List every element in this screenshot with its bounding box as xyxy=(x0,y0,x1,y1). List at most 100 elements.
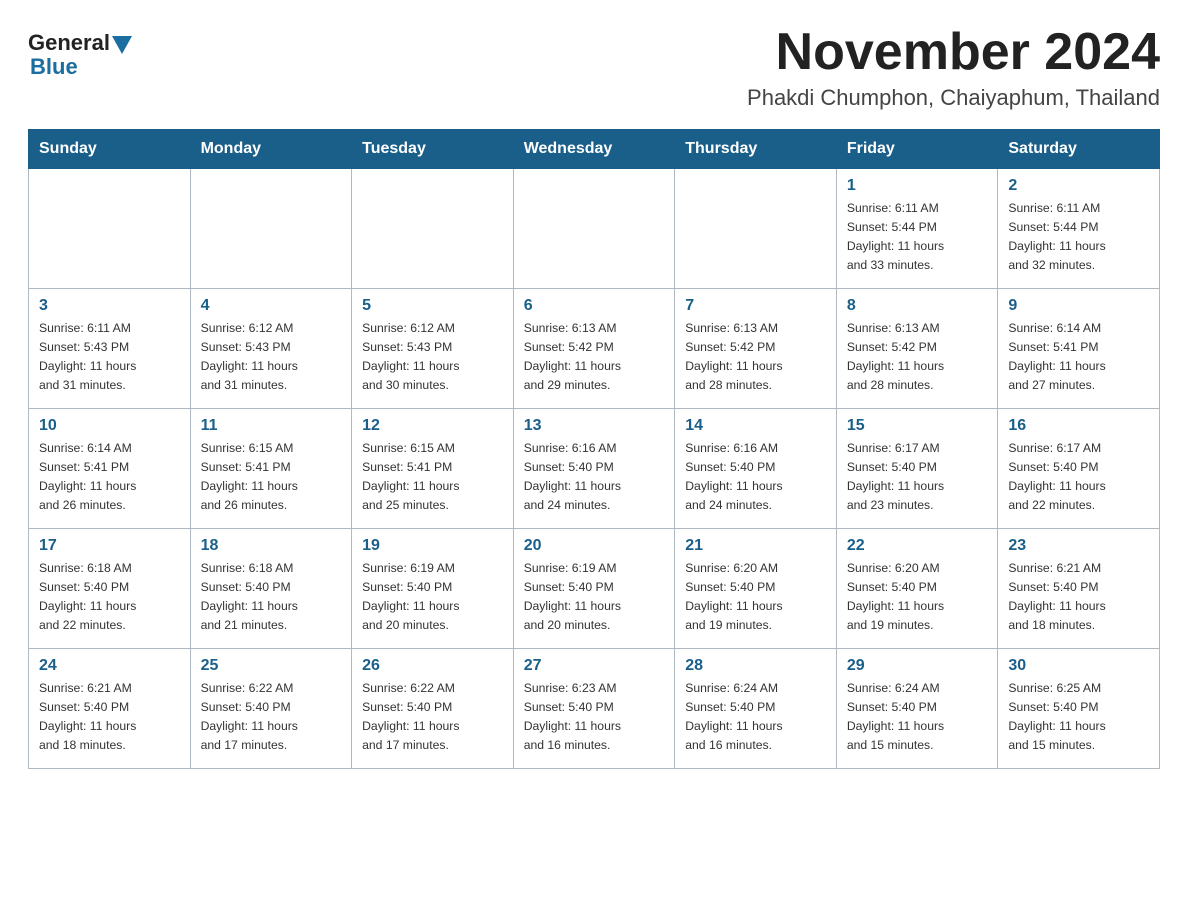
day-info: Sunrise: 6:25 AM Sunset: 5:40 PM Dayligh… xyxy=(1008,679,1149,755)
day-number: 30 xyxy=(1008,657,1149,675)
logo-general-text: General xyxy=(28,30,110,56)
calendar-cell: 6Sunrise: 6:13 AM Sunset: 5:42 PM Daylig… xyxy=(513,289,675,409)
weekday-header-thursday: Thursday xyxy=(675,130,837,169)
calendar-week-row: 24 Sunrise: 6:21 AM Sunset: 5:40 PM Dayli… xyxy=(29,649,1160,769)
calendar-cell: 22 Sunrise: 6:20 AM Sunset: 5:40 PM Dayli… xyxy=(836,529,998,649)
calendar-cell: 20Sunrise: 6:19 AM Sunset: 5:40 PM Dayli… xyxy=(513,529,675,649)
location-title: Phakdi Chumphon, Chaiyaphum, Thailand xyxy=(747,85,1160,111)
day-info: Sunrise: 6:22 AM Sunset: 5:40 PM Dayligh… xyxy=(201,679,342,755)
calendar-cell xyxy=(513,169,675,289)
logo-blue-text: Blue xyxy=(28,54,78,80)
calendar-cell xyxy=(29,169,191,289)
day-info: Sunrise: 6:12 AM Sunset: 5:43 PM Dayligh… xyxy=(201,319,342,395)
day-info: Sunrise: 6:13 AM Sunset: 5:42 PM Dayligh… xyxy=(847,319,988,395)
day-number: 1 xyxy=(847,177,988,195)
day-number: 15 xyxy=(847,417,988,435)
day-info: Sunrise: 6:14 AM Sunset: 5:41 PM Dayligh… xyxy=(1008,319,1149,395)
calendar-cell: 21Sunrise: 6:20 AM Sunset: 5:40 PM Dayli… xyxy=(675,529,837,649)
weekday-header-row: SundayMondayTuesdayWednesdayThursdayFrid… xyxy=(29,130,1160,169)
calendar-cell: 7 Sunrise: 6:13 AM Sunset: 5:42 PM Daylig… xyxy=(675,289,837,409)
weekday-header-saturday: Saturday xyxy=(998,130,1160,169)
calendar-cell: 29 Sunrise: 6:24 AM Sunset: 5:40 PM Dayli… xyxy=(836,649,998,769)
day-number: 8 xyxy=(847,297,988,315)
calendar-cell: 25 Sunrise: 6:22 AM Sunset: 5:40 PM Dayli… xyxy=(190,649,352,769)
calendar-cell xyxy=(190,169,352,289)
month-title: November 2024 xyxy=(747,24,1160,81)
calendar-cell: 24 Sunrise: 6:21 AM Sunset: 5:40 PM Dayli… xyxy=(29,649,191,769)
day-number: 4 xyxy=(201,297,342,315)
day-info: Sunrise: 6:20 AM Sunset: 5:40 PM Dayligh… xyxy=(847,559,988,635)
weekday-header-friday: Friday xyxy=(836,130,998,169)
calendar-cell: 26Sunrise: 6:22 AM Sunset: 5:40 PM Dayli… xyxy=(352,649,514,769)
calendar-cell xyxy=(352,169,514,289)
calendar-cell: 11 Sunrise: 6:15 AM Sunset: 5:41 PM Dayli… xyxy=(190,409,352,529)
logo-arrow-icon xyxy=(112,36,132,54)
day-info: Sunrise: 6:18 AM Sunset: 5:40 PM Dayligh… xyxy=(201,559,342,635)
day-info: Sunrise: 6:24 AM Sunset: 5:40 PM Dayligh… xyxy=(847,679,988,755)
day-number: 16 xyxy=(1008,417,1149,435)
day-number: 24 xyxy=(39,657,180,675)
weekday-header-monday: Monday xyxy=(190,130,352,169)
day-info: Sunrise: 6:24 AM Sunset: 5:40 PM Dayligh… xyxy=(685,679,826,755)
day-info: Sunrise: 6:19 AM Sunset: 5:40 PM Dayligh… xyxy=(524,559,665,635)
day-info: Sunrise: 6:11 AM Sunset: 5:44 PM Dayligh… xyxy=(847,199,988,275)
calendar-cell: 23 Sunrise: 6:21 AM Sunset: 5:40 PM Dayli… xyxy=(998,529,1160,649)
day-info: Sunrise: 6:16 AM Sunset: 5:40 PM Dayligh… xyxy=(685,439,826,515)
calendar-cell: 4 Sunrise: 6:12 AM Sunset: 5:43 PM Daylig… xyxy=(190,289,352,409)
day-number: 19 xyxy=(362,537,503,555)
calendar-week-row: 17Sunrise: 6:18 AM Sunset: 5:40 PM Dayli… xyxy=(29,529,1160,649)
weekday-header-tuesday: Tuesday xyxy=(352,130,514,169)
calendar-cell: 15Sunrise: 6:17 AM Sunset: 5:40 PM Dayli… xyxy=(836,409,998,529)
day-number: 9 xyxy=(1008,297,1149,315)
calendar-cell: 3 Sunrise: 6:11 AM Sunset: 5:43 PM Daylig… xyxy=(29,289,191,409)
calendar-cell: 16Sunrise: 6:17 AM Sunset: 5:40 PM Dayli… xyxy=(998,409,1160,529)
day-info: Sunrise: 6:18 AM Sunset: 5:40 PM Dayligh… xyxy=(39,559,180,635)
day-number: 25 xyxy=(201,657,342,675)
day-number: 21 xyxy=(685,537,826,555)
title-block: November 2024 Phakdi Chumphon, Chaiyaphu… xyxy=(747,24,1160,111)
day-number: 7 xyxy=(685,297,826,315)
day-number: 11 xyxy=(201,417,342,435)
day-number: 14 xyxy=(685,417,826,435)
calendar-cell: 1 Sunrise: 6:11 AM Sunset: 5:44 PM Daylig… xyxy=(836,169,998,289)
day-info: Sunrise: 6:15 AM Sunset: 5:41 PM Dayligh… xyxy=(362,439,503,515)
day-number: 5 xyxy=(362,297,503,315)
calendar-cell: 10Sunrise: 6:14 AM Sunset: 5:41 PM Dayli… xyxy=(29,409,191,529)
calendar-table: SundayMondayTuesdayWednesdayThursdayFrid… xyxy=(28,129,1160,769)
calendar-cell: 12 Sunrise: 6:15 AM Sunset: 5:41 PM Dayli… xyxy=(352,409,514,529)
calendar-cell: 5 Sunrise: 6:12 AM Sunset: 5:43 PM Daylig… xyxy=(352,289,514,409)
day-info: Sunrise: 6:21 AM Sunset: 5:40 PM Dayligh… xyxy=(1008,559,1149,635)
calendar-week-row: 1 Sunrise: 6:11 AM Sunset: 5:44 PM Daylig… xyxy=(29,169,1160,289)
calendar-cell: 28 Sunrise: 6:24 AM Sunset: 5:40 PM Dayli… xyxy=(675,649,837,769)
day-number: 3 xyxy=(39,297,180,315)
day-number: 2 xyxy=(1008,177,1149,195)
calendar-cell: 14 Sunrise: 6:16 AM Sunset: 5:40 PM Dayli… xyxy=(675,409,837,529)
day-number: 28 xyxy=(685,657,826,675)
day-info: Sunrise: 6:23 AM Sunset: 5:40 PM Dayligh… xyxy=(524,679,665,755)
calendar-week-row: 10Sunrise: 6:14 AM Sunset: 5:41 PM Dayli… xyxy=(29,409,1160,529)
day-info: Sunrise: 6:16 AM Sunset: 5:40 PM Dayligh… xyxy=(524,439,665,515)
day-info: Sunrise: 6:11 AM Sunset: 5:43 PM Dayligh… xyxy=(39,319,180,395)
calendar-cell: 18Sunrise: 6:18 AM Sunset: 5:40 PM Dayli… xyxy=(190,529,352,649)
day-number: 12 xyxy=(362,417,503,435)
calendar-cell xyxy=(675,169,837,289)
calendar-cell: 27Sunrise: 6:23 AM Sunset: 5:40 PM Dayli… xyxy=(513,649,675,769)
logo: General Blue xyxy=(28,30,132,80)
calendar-cell: 30 Sunrise: 6:25 AM Sunset: 5:40 PM Dayli… xyxy=(998,649,1160,769)
day-number: 23 xyxy=(1008,537,1149,555)
calendar-cell: 2Sunrise: 6:11 AM Sunset: 5:44 PM Daylig… xyxy=(998,169,1160,289)
day-info: Sunrise: 6:13 AM Sunset: 5:42 PM Dayligh… xyxy=(685,319,826,395)
day-number: 10 xyxy=(39,417,180,435)
calendar-cell: 19Sunrise: 6:19 AM Sunset: 5:40 PM Dayli… xyxy=(352,529,514,649)
day-info: Sunrise: 6:12 AM Sunset: 5:43 PM Dayligh… xyxy=(362,319,503,395)
day-info: Sunrise: 6:15 AM Sunset: 5:41 PM Dayligh… xyxy=(201,439,342,515)
day-number: 29 xyxy=(847,657,988,675)
calendar-week-row: 3 Sunrise: 6:11 AM Sunset: 5:43 PM Daylig… xyxy=(29,289,1160,409)
day-info: Sunrise: 6:21 AM Sunset: 5:40 PM Dayligh… xyxy=(39,679,180,755)
day-info: Sunrise: 6:22 AM Sunset: 5:40 PM Dayligh… xyxy=(362,679,503,755)
calendar-cell: 8 Sunrise: 6:13 AM Sunset: 5:42 PM Daylig… xyxy=(836,289,998,409)
day-number: 22 xyxy=(847,537,988,555)
day-number: 13 xyxy=(524,417,665,435)
weekday-header-sunday: Sunday xyxy=(29,130,191,169)
page-header: General Blue November 2024 Phakdi Chumph… xyxy=(28,24,1160,111)
